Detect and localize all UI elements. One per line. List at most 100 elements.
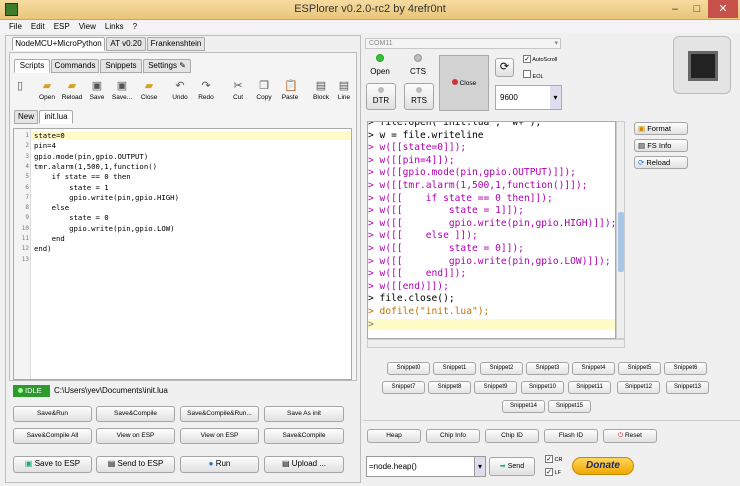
chevron-down-icon: ▾ <box>554 40 558 47</box>
scrollbar-thumb[interactable] <box>618 212 624 272</box>
snippet-6[interactable]: Snippet6 <box>664 362 707 375</box>
menu-links[interactable]: Links <box>105 20 124 33</box>
reload-folder-icon: ▰ <box>67 80 77 92</box>
save-run-button[interactable]: Save&Run <box>13 406 92 422</box>
port-select[interactable]: COM11 ▾ <box>365 38 561 49</box>
reload-fs-button[interactable]: ⟳ Reload <box>634 156 688 169</box>
snippet-12[interactable]: Snippet12 <box>617 381 660 394</box>
file-tab-new[interactable]: New <box>14 110 38 124</box>
line-number: 2 <box>25 142 29 150</box>
tab-snippets[interactable]: Snippets <box>100 59 142 73</box>
view-on-esp-button-2[interactable]: View on ESP <box>180 428 259 444</box>
heap-button[interactable]: Heap <box>367 429 421 443</box>
new-file-button[interactable]: ▯ <box>10 80 30 94</box>
send-button[interactable]: ➡ Send <box>489 457 535 476</box>
close-file-button[interactable]: ▰ Close <box>136 80 162 101</box>
menu-edit[interactable]: Edit <box>31 20 45 33</box>
donate-button[interactable]: Donate <box>572 457 634 475</box>
tab-nodemcu[interactable]: NodeMCU+MicroPython <box>12 37 105 51</box>
save-as-icon: ▣ <box>116 80 128 92</box>
tab-frankenshtein[interactable]: Frankenshtein <box>147 37 205 51</box>
menu-help[interactable]: ? <box>133 20 137 33</box>
file-tab-init-lua[interactable]: init.lua <box>39 110 73 124</box>
snippet-1[interactable]: Snippet1 <box>433 362 476 375</box>
menu-view[interactable]: View <box>79 20 96 33</box>
save-compile-button[interactable]: Save&Compile <box>96 406 175 422</box>
reload-button[interactable]: ▰ Reload <box>59 80 85 101</box>
block-button[interactable]: ▤ Block <box>308 80 334 101</box>
snippet-15[interactable]: Snippet15 <box>548 400 591 413</box>
lf-checkbox[interactable]: ✓ LF <box>545 468 561 476</box>
snippet-10[interactable]: Snippet10 <box>521 381 564 394</box>
reset-button[interactable]: ⏻ Reset <box>603 429 657 443</box>
refresh-ports-button[interactable]: ⟳ <box>495 58 514 77</box>
terminal-line: > w([[end)]]); <box>368 280 449 292</box>
terminal-line: > file.open("init.lua", "w+"); <box>368 121 542 128</box>
flash-id-button[interactable]: Flash ID <box>544 429 598 443</box>
tab-at[interactable]: AT v0.20 <box>106 37 146 51</box>
snippet-8[interactable]: Snippet8 <box>428 381 471 394</box>
view-on-esp-button[interactable]: View on ESP <box>96 428 175 444</box>
snippet-14[interactable]: Snippet14 <box>502 400 545 413</box>
snippet-2[interactable]: Snippet2 <box>480 362 523 375</box>
redo-button[interactable]: ↷ Redo <box>193 80 219 101</box>
close-button[interactable]: ✕ <box>708 0 738 18</box>
line-number: 10 <box>21 224 29 232</box>
save-button[interactable]: ▣ Save <box>84 80 110 101</box>
save-to-esp-button[interactable]: ▣ Save to ESP <box>13 456 92 473</box>
open-button[interactable]: ▰ Open <box>34 80 60 101</box>
send-to-esp-button[interactable]: ▤ Send to ESP <box>96 456 175 473</box>
baud-select[interactable]: 9600 ▾ <box>495 85 562 110</box>
maximize-button[interactable]: □ <box>686 0 708 18</box>
line-number: 3 <box>25 152 29 160</box>
wrench-icon: ✎ <box>179 61 186 70</box>
snippet-4[interactable]: Snippet4 <box>572 362 615 375</box>
command-input[interactable]: =node.heap() <box>366 456 475 477</box>
autoscroll-checkbox[interactable]: ✓ AutoScroll <box>523 55 557 63</box>
line-number: 7 <box>25 193 29 201</box>
terminal-hscrollbar[interactable] <box>367 339 625 348</box>
eol-checkbox[interactable]: EOL <box>523 70 544 80</box>
snippet-7[interactable]: Snippet7 <box>382 381 425 394</box>
chip-info-button[interactable]: Chip Info <box>426 429 480 443</box>
menu-esp[interactable]: ESP <box>54 20 70 33</box>
cut-button[interactable]: ✂ Cut <box>225 80 251 101</box>
run-button[interactable]: ● Run <box>180 456 259 473</box>
cr-checkbox[interactable]: ✓ CR <box>545 455 562 463</box>
save-as-init-button[interactable]: Save As init <box>264 406 344 422</box>
file-path: C:\Users\yev\Documents\init.lua <box>54 386 168 395</box>
save-as-button[interactable]: ▣ Save... <box>109 80 135 101</box>
line-button[interactable]: ▤ Line <box>334 80 354 101</box>
undo-button[interactable]: ↶ Undo <box>167 80 193 101</box>
format-button[interactable]: ▣ Format <box>634 122 688 135</box>
terminal-scrollbar[interactable] <box>616 121 625 339</box>
snippet-11[interactable]: Snippet11 <box>568 381 611 394</box>
menu-file[interactable]: File <box>9 20 22 33</box>
tab-settings[interactable]: Settings ✎ <box>143 59 191 73</box>
snippet-9[interactable]: Snippet9 <box>474 381 517 394</box>
rts-button[interactable]: RTS <box>404 83 434 110</box>
code-line: state=0 <box>31 131 351 140</box>
tab-commands[interactable]: Commands <box>51 59 99 73</box>
close-port-button[interactable]: Close <box>439 55 489 111</box>
terminal-output[interactable]: > file.open("init.lua", "w+"); > w = file… <box>367 121 616 339</box>
chip-id-button[interactable]: Chip ID <box>485 429 539 443</box>
snippet-13[interactable]: Snippet13 <box>666 381 709 394</box>
open-port-button[interactable]: Open <box>369 54 391 76</box>
copy-button[interactable]: ❐ Copy <box>251 80 277 101</box>
snippet-0[interactable]: Snippet0 <box>387 362 430 375</box>
lf-check-icon: ✓ <box>545 468 553 476</box>
save-compile-run-button[interactable]: Save&Compile&Run... <box>180 406 259 422</box>
save-compile-button-2[interactable]: Save&Compile <box>264 428 344 444</box>
snippet-5[interactable]: Snippet5 <box>618 362 661 375</box>
upload-button[interactable]: ▤ Upload ... <box>264 456 344 473</box>
dtr-button[interactable]: DTR <box>366 83 396 110</box>
snippet-3[interactable]: Snippet3 <box>526 362 569 375</box>
code-editor[interactable]: 1 2 3 4 5 6 7 8 9 10 11 12 13 state=0 pin=4 gpio.mode(… <box>13 128 352 380</box>
fs-info-button[interactable]: ▤ FS Info <box>634 139 688 152</box>
save-compile-all-button[interactable]: Save&Compile All <box>13 428 92 444</box>
command-history-dropdown[interactable]: ▾ <box>474 456 486 477</box>
tab-scripts[interactable]: Scripts <box>14 59 50 73</box>
paste-button[interactable]: 📋 Paste <box>277 80 303 101</box>
minimize-button[interactable]: – <box>664 0 686 18</box>
